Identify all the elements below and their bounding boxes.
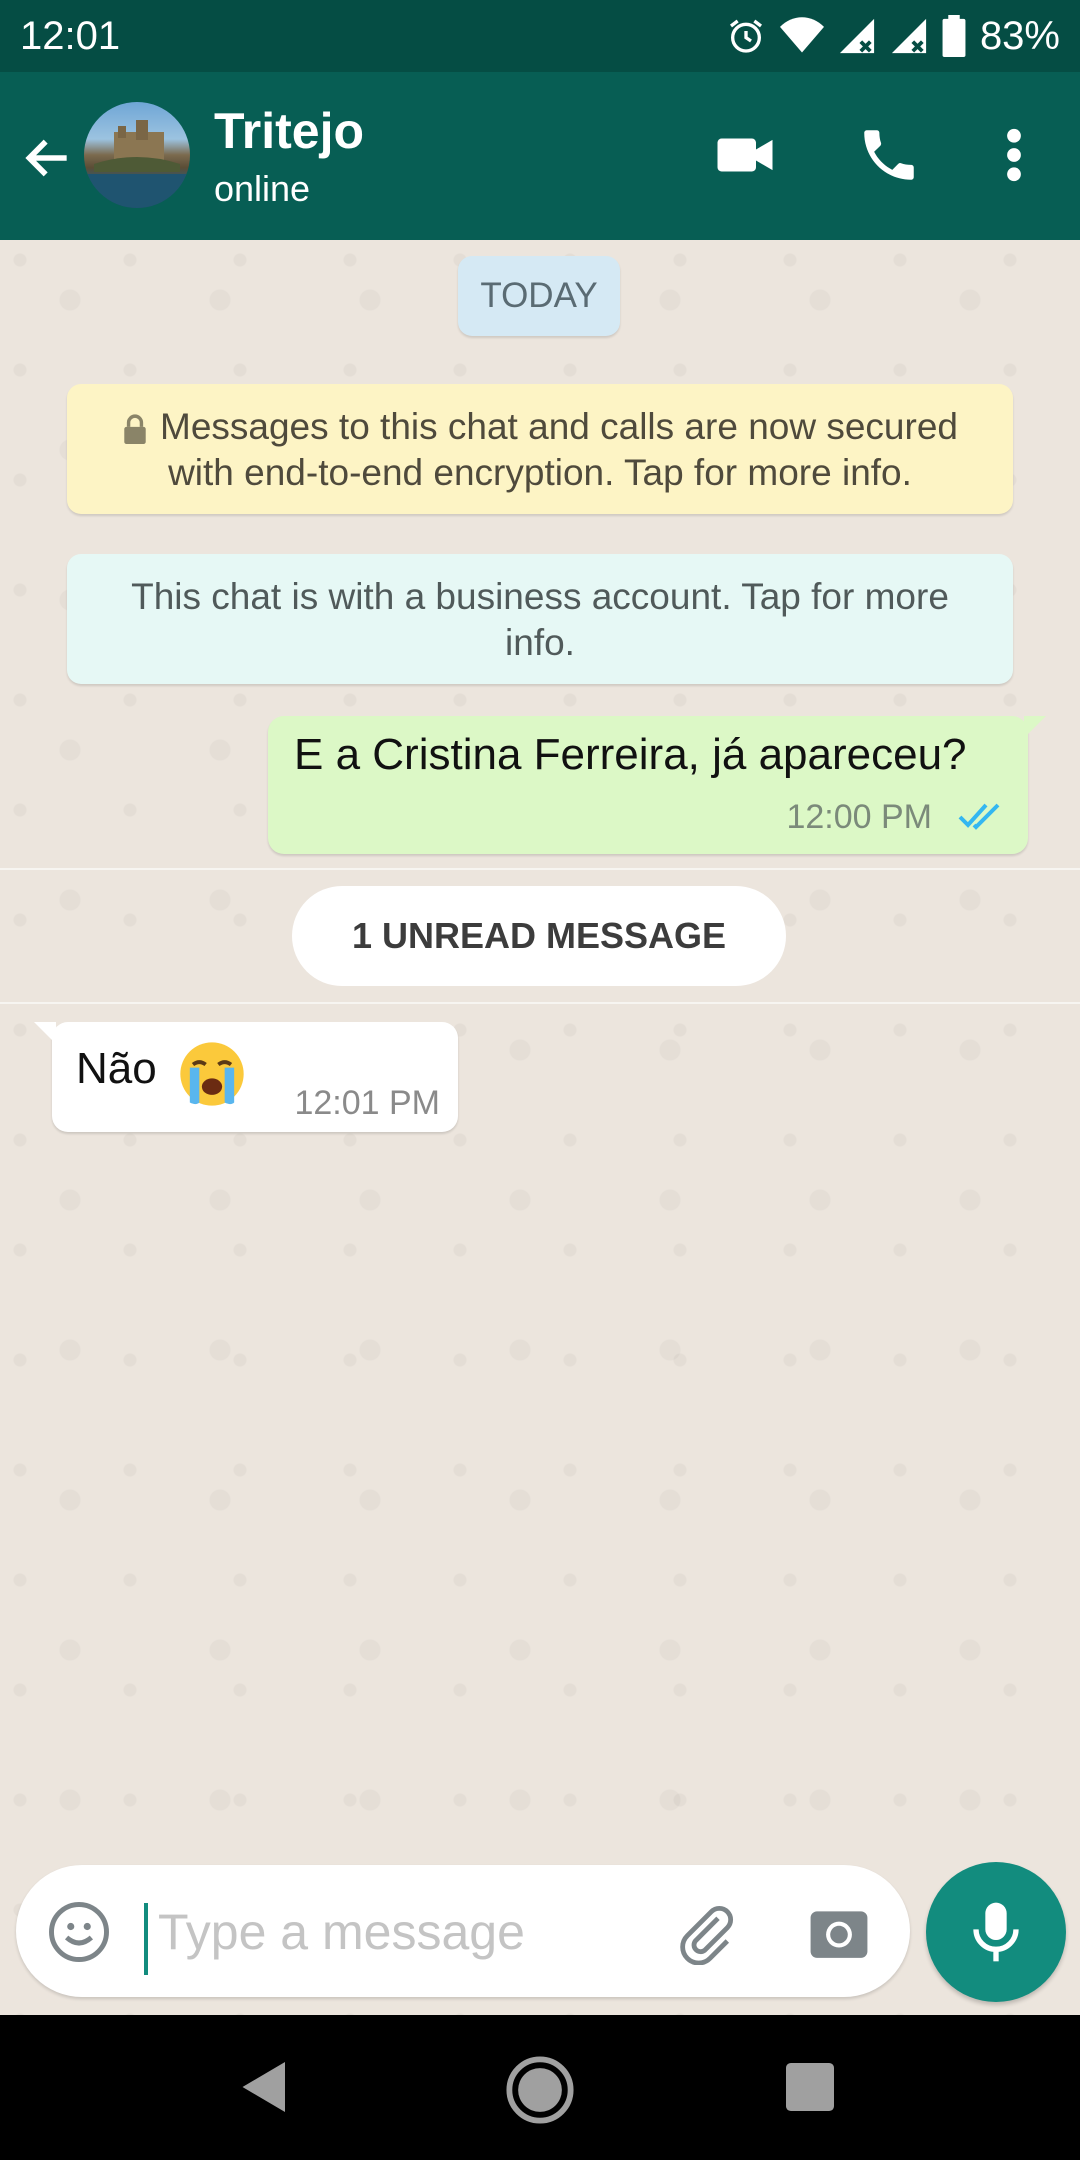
message-outgoing[interactable]: E a Cristina Ferreira, já apareceu? 12:0… (268, 716, 1046, 854)
status-time: 12:01 (20, 13, 121, 58)
nav-back-icon[interactable] (240, 2059, 290, 2115)
contact-name[interactable]: Tritejo (214, 102, 364, 160)
status-icons: 83% (726, 14, 1060, 59)
avatar[interactable] (84, 102, 190, 208)
status-bar: 12:01 83% (0, 0, 1080, 72)
message-time: 12:01 PM (294, 1084, 440, 1122)
message-input[interactable] (156, 1891, 640, 1973)
mic-icon (973, 1902, 1019, 1962)
encryption-notice-text: Messages to this chat and calls are now … (160, 406, 958, 493)
video-call-icon[interactable] (712, 122, 778, 188)
more-vert-icon[interactable] (994, 122, 1034, 188)
message-incoming[interactable]: Não 12:01 PM (34, 1022, 458, 1132)
battery-icon (942, 15, 966, 57)
double-check-icon (958, 803, 1000, 830)
contact-status: online (214, 168, 311, 209)
crying-face-emoji-icon (180, 1042, 244, 1106)
mic-button[interactable] (926, 1862, 1066, 2002)
signal-icon (839, 18, 875, 54)
nav-recents-icon[interactable] (786, 2063, 834, 2111)
divider (0, 868, 1080, 870)
nav-home-icon[interactable] (505, 2055, 575, 2125)
alarm-icon (729, 19, 762, 53)
signal-icon (891, 18, 927, 54)
wifi-icon (779, 17, 824, 53)
message-text: Não (76, 1044, 157, 1093)
camera-icon[interactable] (808, 1903, 870, 1961)
lock-icon (124, 414, 146, 445)
chat-area[interactable]: TODAY Messages to this chat and calls ar… (0, 240, 1080, 2015)
text-caret (144, 1903, 148, 1975)
emoji-icon[interactable] (46, 1899, 112, 1965)
unread-divider: 1 UNREAD MESSAGE (292, 886, 786, 986)
message-composer (16, 1865, 910, 1997)
castle-photo (84, 120, 190, 208)
message-text: E a Cristina Ferreira, já apareceu? (294, 730, 967, 779)
encryption-notice[interactable]: Messages to this chat and calls are now … (67, 384, 1013, 514)
back-arrow-icon[interactable] (20, 130, 76, 186)
phone-icon[interactable] (856, 122, 922, 188)
battery-level: 83% (979, 13, 1060, 58)
divider (0, 1002, 1080, 1004)
message-time: 12:00 PM (786, 798, 932, 836)
business-notice-text: This chat is with a business account. Ta… (131, 576, 949, 663)
chat-header: Tritejo online (0, 72, 1080, 240)
date-chip: TODAY (458, 256, 620, 336)
attach-icon[interactable] (674, 1901, 738, 1965)
business-notice[interactable]: This chat is with a business account. Ta… (67, 554, 1013, 684)
system-nav-bar (0, 2015, 1080, 2160)
